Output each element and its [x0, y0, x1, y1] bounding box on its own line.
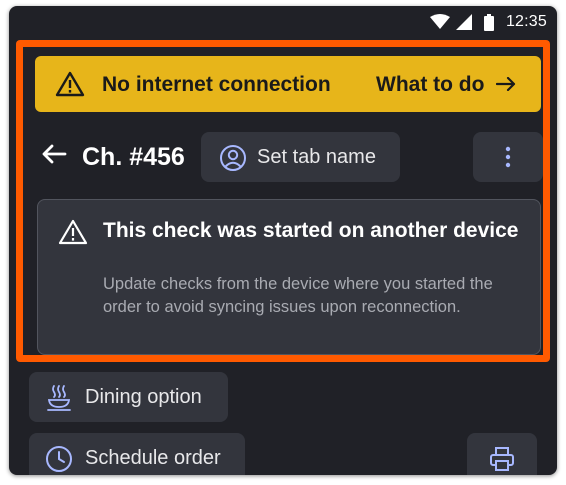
notice-title: This check was started on another device — [103, 219, 519, 242]
print-button[interactable] — [467, 433, 537, 475]
offline-region: No internet connection What to do Ch. #4… — [23, 47, 543, 355]
highlight-frame: No internet connection What to do Ch. #4… — [16, 40, 550, 362]
what-to-do-label: What to do — [376, 73, 485, 96]
warning-icon — [55, 71, 85, 102]
signal-icon — [455, 14, 472, 30]
dining-icon — [45, 384, 73, 417]
dining-option-label: Dining option — [85, 386, 202, 408]
notice-body: Update checks from the device where you … — [103, 275, 493, 316]
arrow-right-icon — [496, 73, 516, 97]
schedule-order-label: Schedule order — [85, 447, 221, 469]
arrow-left-icon[interactable] — [41, 143, 67, 170]
dining-option-button[interactable]: Dining option — [29, 372, 228, 422]
check-title: Ch. #456 — [82, 143, 185, 171]
schedule-order-button[interactable]: Schedule order — [29, 433, 245, 475]
set-tab-name-label: Set tab name — [257, 146, 376, 168]
more-options-button[interactable] — [473, 132, 543, 182]
banner-title: No internet connection — [102, 73, 331, 96]
battery-icon — [483, 13, 494, 31]
device-screen: 12:35 No internet connection What to do — [9, 6, 557, 475]
warning-icon — [58, 219, 88, 250]
status-time: 12:35 — [505, 13, 547, 30]
another-device-notice: This check was started on another device… — [37, 199, 541, 355]
what-to-do-link[interactable]: What to do — [376, 73, 516, 97]
printer-icon — [489, 446, 515, 475]
more-vertical-icon — [504, 146, 512, 173]
status-bar: 12:35 — [9, 6, 557, 40]
offline-banner: No internet connection What to do — [35, 56, 541, 112]
wifi-icon — [429, 14, 450, 30]
set-tab-name-button[interactable]: Set tab name — [201, 132, 400, 182]
clock-icon — [45, 445, 73, 475]
user-circle-icon — [219, 144, 247, 177]
